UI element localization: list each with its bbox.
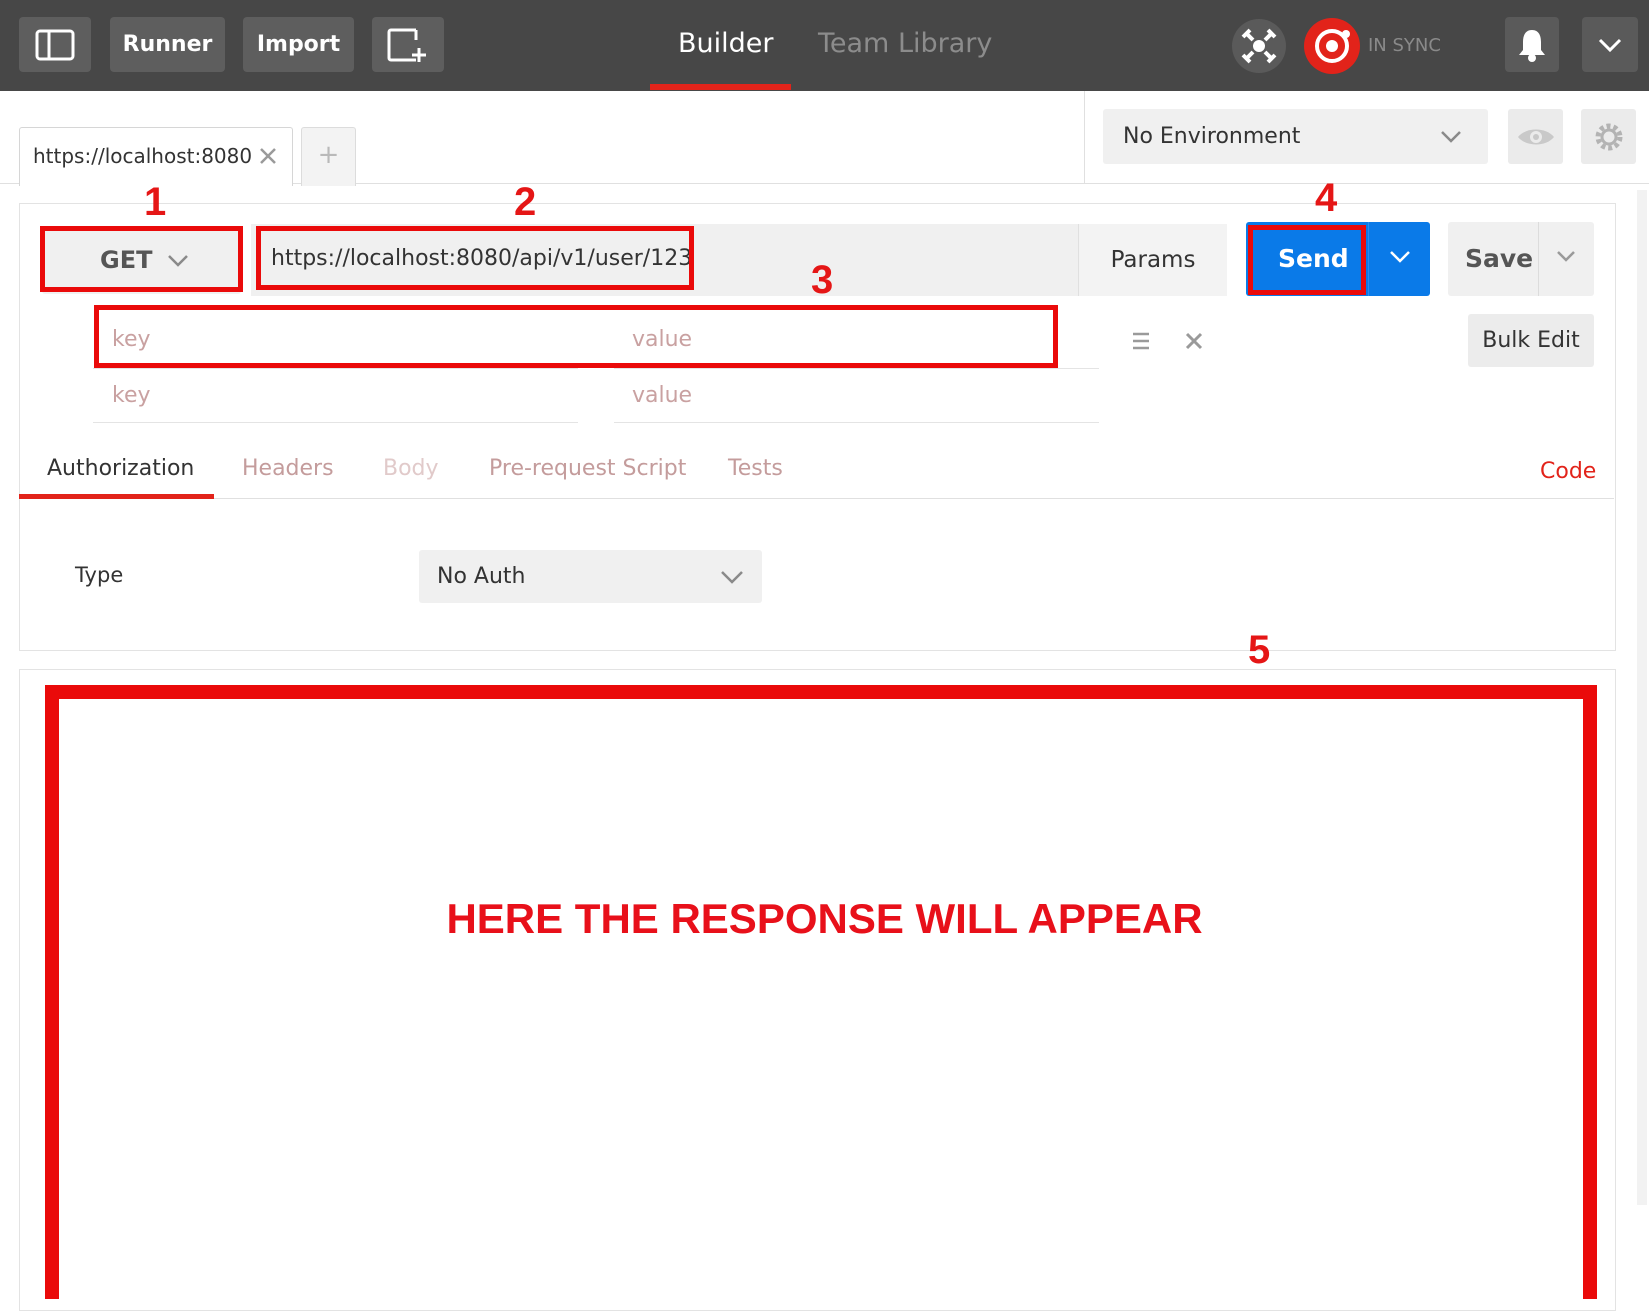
auth-type-label: Type: [75, 563, 124, 587]
satellite-icon: [1241, 28, 1277, 64]
annotation-number-4: 4: [1315, 176, 1338, 220]
top-toolbar: Runner Import Builder Team Library IN SY…: [0, 0, 1649, 91]
close-tab-icon[interactable]: [259, 147, 277, 165]
annotation-box-params: [94, 305, 1058, 368]
param-value-underline: [614, 368, 1099, 369]
authorization-active-indicator: [19, 494, 214, 499]
param-key-underline: [93, 422, 578, 423]
new-window-icon: [387, 28, 426, 62]
request-tab[interactable]: https://localhost:8080: [19, 127, 293, 186]
annotation-number-5: 5: [1248, 628, 1271, 672]
sync-status-text: IN SYNC: [1368, 35, 1441, 56]
code-link[interactable]: Code: [1540, 459, 1596, 484]
drag-handle-icon[interactable]: [1131, 331, 1151, 351]
builder-active-indicator: [650, 84, 791, 90]
subtabs-divider: [19, 498, 1614, 499]
auth-type-value: No Auth: [437, 564, 526, 589]
annotation-box-method: [40, 226, 243, 292]
param-value-underline: [614, 422, 1099, 423]
tab-builder[interactable]: Builder: [678, 28, 774, 59]
chevron-down-icon[interactable]: [1389, 250, 1411, 264]
annotation-number-2: 2: [514, 180, 537, 224]
new-tab-button[interactable]: +: [301, 127, 356, 186]
sidebar-toggle-button[interactable]: [19, 17, 91, 72]
delete-row-icon[interactable]: [1184, 331, 1204, 351]
annotation-box-send: [1248, 225, 1366, 295]
chevron-down-icon: [721, 571, 743, 584]
response-placeholder-message: HERE THE RESPONSE WILL APPEAR: [446, 895, 1203, 942]
chevron-down-icon: [1441, 131, 1461, 143]
account-menu-button[interactable]: [1582, 17, 1638, 72]
new-window-button[interactable]: [372, 17, 444, 72]
tab-body[interactable]: Body: [383, 456, 439, 481]
request-tab-label: https://localhost:8080: [33, 144, 253, 168]
annotation-number-3: 3: [811, 258, 834, 302]
save-divider: [1538, 222, 1539, 296]
bell-icon: [1519, 30, 1545, 62]
import-button[interactable]: Import: [243, 17, 354, 72]
auth-type-select[interactable]: No Auth: [419, 550, 762, 603]
scrollbar-track[interactable]: [1637, 190, 1647, 1205]
send-divider: [1368, 222, 1369, 296]
environment-select[interactable]: No Environment: [1103, 109, 1488, 164]
interceptor-button[interactable]: [1232, 19, 1286, 73]
notifications-button[interactable]: [1505, 17, 1559, 72]
tab-tests[interactable]: Tests: [728, 456, 783, 481]
params-button[interactable]: Params: [1078, 224, 1227, 296]
bulk-edit-button[interactable]: Bulk Edit: [1468, 314, 1594, 367]
environment-select-value: No Environment: [1123, 124, 1301, 149]
annotation-number-1: 1: [144, 180, 167, 224]
tab-team-library[interactable]: Team Library: [818, 28, 992, 59]
chevron-down-icon[interactable]: [1556, 250, 1576, 262]
annotation-box-response: [45, 685, 1597, 1299]
param-value-input[interactable]: value: [632, 383, 692, 408]
param-key-input[interactable]: key: [112, 383, 151, 408]
manage-environments-button[interactable]: [1581, 109, 1636, 164]
sidebar-icon: [35, 29, 75, 61]
tab-authorization[interactable]: Authorization: [47, 456, 194, 481]
gear-icon: [1595, 123, 1623, 151]
save-button-label: Save: [1465, 244, 1534, 273]
tab-pre-request-script[interactable]: Pre-request Script: [489, 456, 686, 481]
runner-button[interactable]: Runner: [110, 17, 225, 72]
environment-quick-look-button[interactable]: [1508, 109, 1563, 164]
sync-orbit-icon: [1315, 29, 1350, 63]
chevron-down-icon: [1598, 38, 1622, 53]
save-button[interactable]: Save: [1448, 222, 1594, 296]
annotation-box-url: [256, 226, 694, 290]
tabs-divider: [1084, 91, 1085, 184]
sync-button[interactable]: [1304, 18, 1360, 74]
param-key-underline: [93, 368, 578, 369]
eye-icon: [1518, 129, 1554, 145]
tab-headers[interactable]: Headers: [242, 456, 334, 481]
